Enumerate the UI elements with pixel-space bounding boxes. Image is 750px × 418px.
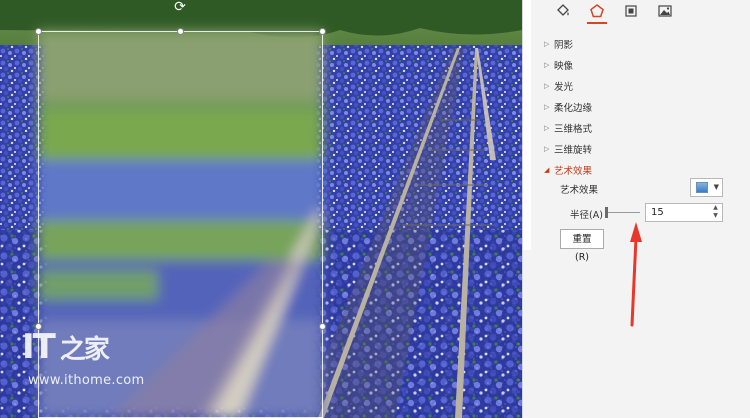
watermark-url: www.ithome.com — [28, 373, 145, 388]
slide-canvas[interactable]: ⟳ IT 之家 www.ithome.com — [0, 0, 522, 418]
size-layout-icon — [625, 5, 637, 17]
ithome-watermark: IT 之家 www.ithome.com — [22, 330, 145, 388]
resize-handle-top[interactable] — [177, 28, 184, 35]
pentagon-effects-icon — [590, 4, 604, 18]
tab-size-properties[interactable] — [621, 0, 641, 22]
radius-input[interactable] — [646, 204, 713, 221]
radius-slider-track[interactable] — [607, 212, 640, 213]
section-soft-edges[interactable]: ▷ 柔化边缘 — [544, 98, 592, 116]
spin-down-icon[interactable]: ▼ — [711, 212, 720, 220]
section-3d-rotation[interactable]: ▷ 三维旋转 — [544, 140, 592, 158]
collapse-arrow-icon: ◢ — [544, 166, 550, 174]
section-label: 阴影 — [554, 40, 574, 51]
tab-fill-line[interactable] — [553, 0, 573, 22]
section-glow[interactable]: ▷ 发光 — [544, 77, 573, 95]
expand-arrow-icon: ▷ — [544, 103, 550, 111]
section-label: 映像 — [554, 61, 574, 72]
pane-scroll-gutter[interactable] — [523, 0, 531, 250]
chevron-down-icon: ▼ — [713, 183, 719, 191]
section-label: 发光 — [554, 82, 574, 93]
spin-up-icon[interactable]: ▲ — [711, 204, 720, 212]
section-shadow[interactable]: ▷ 阴影 — [544, 35, 573, 53]
radius-label: 半径(A) — [570, 210, 603, 221]
section-label: 三维格式 — [554, 124, 593, 135]
radius-spinner: ▲ ▼ — [645, 203, 723, 222]
section-label: 艺术效果 — [554, 166, 593, 177]
artistic-effect-label: 艺术效果 — [560, 185, 599, 196]
fill-bucket-icon — [557, 4, 569, 16]
effect-preview-icon — [696, 182, 708, 193]
rotate-handle-icon[interactable]: ⟳ — [172, 0, 188, 14]
section-label: 三维旋转 — [554, 145, 593, 156]
expand-arrow-icon: ▷ — [544, 124, 550, 132]
expand-arrow-icon: ▷ — [544, 61, 550, 69]
section-3d-format[interactable]: ▷ 三维格式 — [544, 119, 592, 137]
radius-slider-thumb[interactable] — [605, 207, 608, 218]
reset-button[interactable]: 重置(R) — [560, 229, 604, 263]
artistic-effect-dropdown[interactable]: ▼ — [690, 178, 723, 197]
resize-handle-top-right[interactable] — [319, 28, 326, 35]
section-reflection[interactable]: ▷ 映像 — [544, 56, 573, 74]
section-artistic-effects[interactable]: ◢ 艺术效果 — [544, 161, 592, 179]
resize-handle-top-left[interactable] — [35, 28, 42, 35]
expand-arrow-icon: ▷ — [544, 145, 550, 153]
resize-handle-right[interactable] — [319, 323, 326, 330]
pane-tabs — [553, 0, 675, 26]
tab-picture[interactable] — [655, 0, 675, 22]
section-label: 柔化边缘 — [554, 103, 593, 114]
picture-icon — [658, 5, 672, 17]
expand-arrow-icon: ▷ — [544, 82, 550, 90]
expand-arrow-icon: ▷ — [544, 40, 550, 48]
tab-effects[interactable] — [587, 0, 607, 24]
watermark-logo: IT 之家 — [22, 327, 110, 367]
